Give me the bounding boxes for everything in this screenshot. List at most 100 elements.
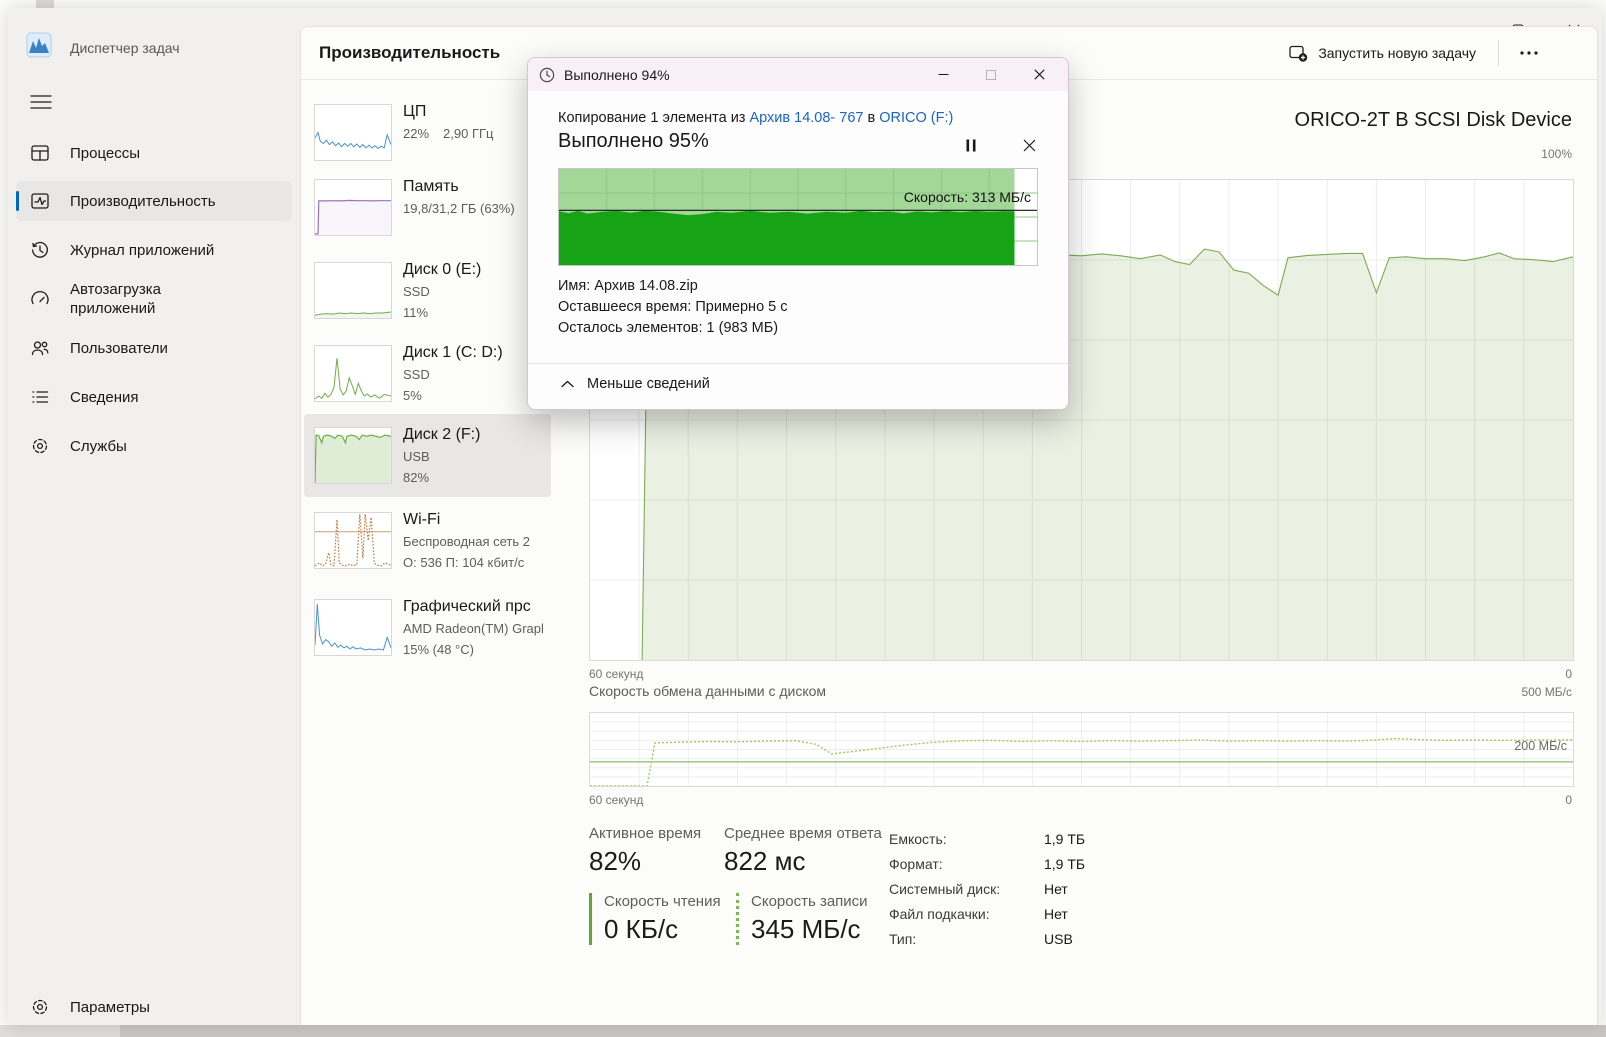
prop-label: Тип:	[889, 931, 917, 947]
hamburger-menu-button[interactable]	[30, 92, 52, 112]
close-icon	[1023, 139, 1035, 151]
copy-items-remaining: Осталось элементов: 1 (983 МБ)	[558, 320, 779, 336]
pause-icon	[966, 139, 976, 151]
axis2-label-left: 60 секунд	[589, 793, 644, 807]
gear-icon	[32, 999, 48, 1015]
cancel-copy-button[interactable]	[1014, 134, 1044, 156]
response-time-value: 822 мс	[724, 846, 806, 876]
sidebar-item-label: Автозагрузка приложений	[70, 281, 161, 317]
sidebar-item-label: Пользователи	[70, 339, 168, 357]
sidebar-item-label: Журнал приложений	[70, 241, 215, 259]
dialog-title: Выполнено 94%	[564, 66, 670, 83]
copy-time-remaining: Оставшееся время: Примерно 5 с	[558, 299, 788, 315]
prop-row: Системный диск: Нет	[889, 877, 1085, 902]
progress-heading: Выполнено 95%	[558, 130, 709, 152]
less-details-label: Меньше сведений	[587, 376, 710, 392]
axis-label-right: 0	[1565, 667, 1572, 681]
card-title: Графический прс	[403, 598, 531, 615]
wifi-throughput: О: 536 П: 104 кбит/с	[403, 555, 525, 570]
history-icon	[32, 241, 48, 258]
active-time-value: 82%	[589, 846, 642, 876]
response-time-label: Среднее время ответа	[724, 825, 882, 842]
perf-card-disk1[interactable]: Диск 1 (C: D:) SSD 5%	[304, 344, 551, 409]
active-time-label: Активное время	[589, 825, 702, 842]
sidebar-item-settings[interactable]: Параметры	[16, 987, 292, 1027]
window-title: Диспетчер задач	[70, 40, 180, 56]
card-title: Диск 2 (F:)	[403, 426, 481, 443]
transfer-rate-title: Скорость обмена данными с диском	[589, 683, 827, 699]
perf-card-disk2[interactable]: Диск 2 (F:) USB 82%	[304, 426, 551, 491]
dialog-minimize-button[interactable]	[919, 58, 967, 91]
dialog-separator	[528, 363, 1068, 364]
run-new-task-button[interactable]: Запустить новую задачу	[1279, 39, 1486, 68]
sidebar-item-app-history[interactable]: Журнал приложений	[16, 230, 292, 270]
prop-row: Емкость: 1,9 ТБ	[889, 827, 1085, 852]
prop-value: 1,9 ТБ	[1044, 831, 1086, 847]
disk2-type: USB	[403, 449, 430, 464]
sidebar-item-startup-apps[interactable]: Автозагрузка приложений	[16, 275, 292, 323]
performance-icon	[31, 193, 49, 209]
cpu-mini-chart	[314, 104, 392, 161]
services-icon	[32, 438, 48, 454]
prop-label: Файл подкачки:	[889, 906, 990, 922]
disk1-mini-chart	[314, 345, 392, 402]
details-list-icon	[32, 391, 49, 403]
dialog-maximize-button[interactable]	[967, 58, 1015, 91]
sidebar-item-details[interactable]: Сведения	[16, 377, 292, 417]
prop-value: Нет	[1044, 906, 1068, 922]
cpu-usage: 22%	[403, 126, 430, 141]
perf-card-gpu[interactable]: Графический прс AMD Radeon(TM) Grapl 15%…	[304, 598, 551, 663]
less-details-toggle[interactable]: Меньше сведений	[561, 376, 710, 392]
more-options-button[interactable]	[1511, 37, 1547, 69]
clock-icon	[539, 67, 555, 82]
users-icon	[31, 341, 49, 356]
read-speed-value: 0 КБ/с	[604, 914, 679, 944]
dialog-close-button[interactable]	[1015, 58, 1063, 91]
copy-speed-label: Скорость: 313 МБ/с	[903, 189, 1031, 205]
maximize-icon	[986, 69, 996, 80]
write-speed-label: Скорость записи	[751, 893, 868, 910]
copy-details: Имя: Архив 14.08.zip Оставшееся время: П…	[558, 276, 788, 339]
perf-card-wifi[interactable]: Wi-Fi Беспроводная сеть 2 О: 536 П: 104 …	[304, 511, 551, 576]
read-speed-label: Скорость чтения	[604, 893, 721, 910]
disk2-usage: 82%	[403, 470, 430, 485]
sidebar-item-processes[interactable]: Процессы	[16, 133, 292, 173]
copy-destination-link[interactable]: ORICO (F:)	[879, 110, 953, 126]
copy-middle: в	[863, 110, 880, 126]
chevron-up-icon	[561, 380, 574, 388]
sidebar-item-label: Параметры	[70, 998, 150, 1016]
perf-card-cpu[interactable]: ЦП 22% 2,90 ГГц	[304, 103, 551, 168]
sidebar-item-label: Производительность	[70, 192, 216, 210]
chart-scale-max: 100%	[1541, 147, 1572, 161]
prop-row: Файл подкачки: Нет	[889, 902, 1085, 927]
sidebar-item-label: Процессы	[70, 144, 141, 162]
disk0-mini-chart	[314, 262, 392, 319]
write-speed-stat: Скорость записи 345 МБ/с	[736, 893, 868, 945]
background-window-tab	[36, 0, 54, 8]
prop-label: Емкость:	[889, 831, 947, 847]
sidebar-item-performance[interactable]: Производительность	[16, 181, 292, 221]
axis2-label-right: 0	[1565, 793, 1572, 807]
page-title: Производительность	[319, 43, 501, 62]
prop-row: Формат: 1,9 ТБ	[889, 852, 1085, 877]
sidebar-item-users[interactable]: Пользователи	[16, 328, 292, 368]
run-new-task-label: Запустить новую задачу	[1318, 45, 1476, 61]
transfer-rate-max: 500 МБ/с	[1521, 685, 1572, 699]
sidebar-item-label: Службы	[70, 437, 127, 455]
dialog-titlebar[interactable]: Выполнено 94%	[528, 58, 1068, 91]
sidebar-item-label: Сведения	[70, 388, 139, 406]
disk2-mini-chart	[314, 427, 392, 484]
response-time-stat: Среднее время ответа 822 мс	[724, 825, 882, 877]
wifi-network: Беспроводная сеть 2	[403, 534, 530, 549]
pause-button[interactable]	[956, 134, 986, 156]
prop-row: Тип: USB	[889, 927, 1085, 952]
device-title: ORICO-2T B SCSI Disk Device	[1294, 109, 1572, 131]
perf-card-memory[interactable]: Память 19,8/31,2 ГБ (63%)	[304, 178, 551, 243]
gpu-name: AMD Radeon(TM) Grapl	[403, 621, 544, 636]
sidebar-item-services[interactable]: Службы	[16, 426, 292, 466]
prop-label: Системный диск:	[889, 881, 1001, 897]
perf-card-disk0[interactable]: Диск 0 (E:) SSD 11%	[304, 261, 551, 326]
copy-speed-chart: Скорость: 313 МБ/с	[558, 168, 1038, 266]
copy-source-link[interactable]: Архив 14.08- 767	[749, 110, 863, 126]
close-icon	[1033, 69, 1045, 80]
